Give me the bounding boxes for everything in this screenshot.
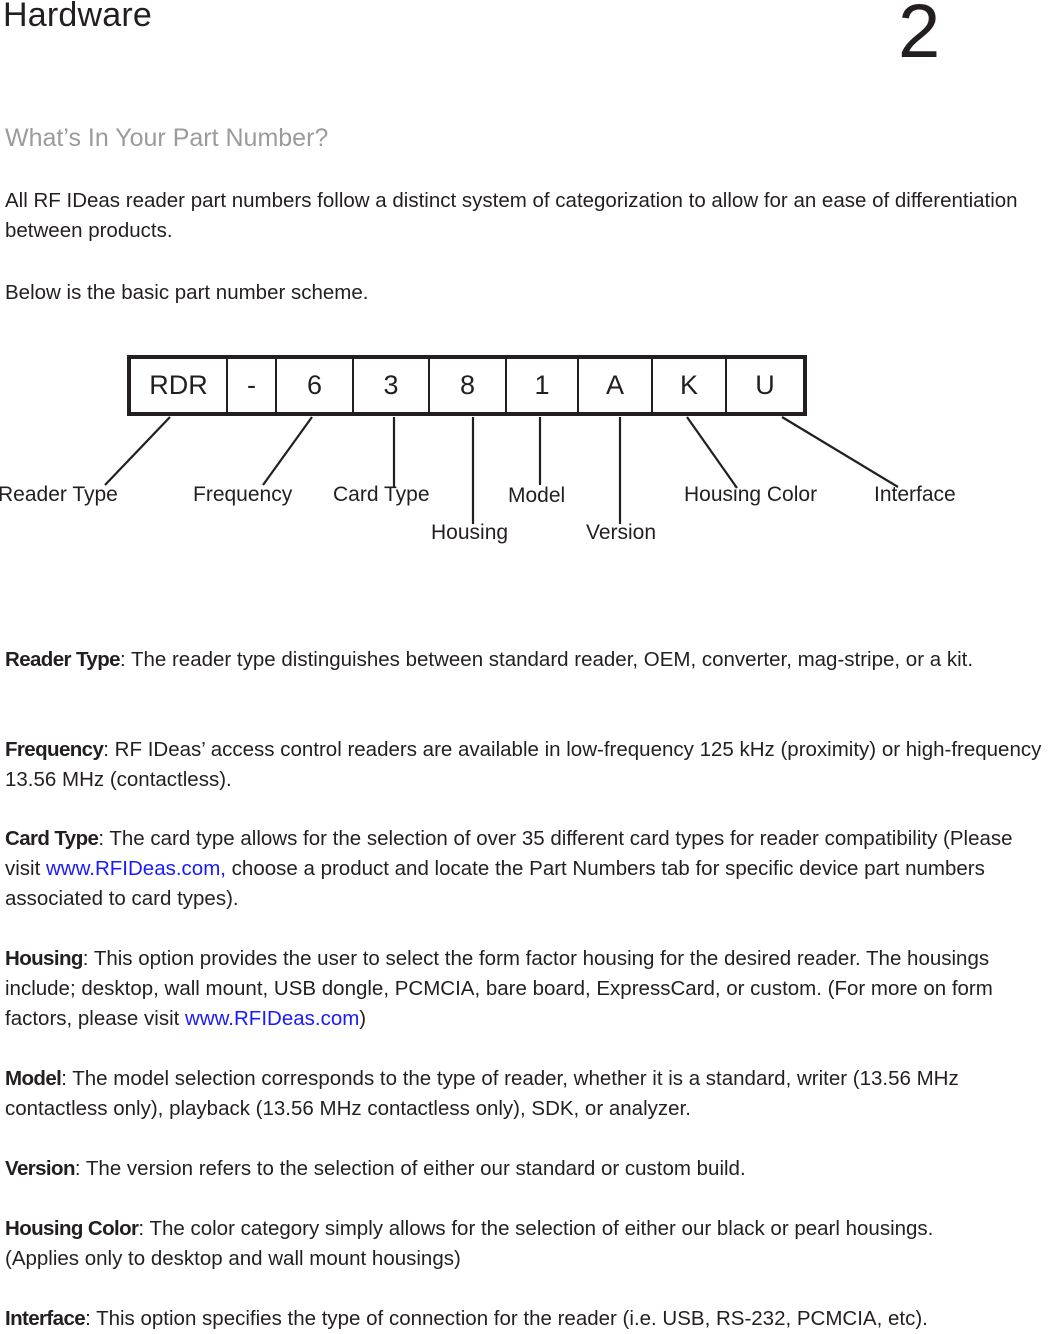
label-card-type: Card Type [333,483,430,506]
definition-text: : The reader type distinguishes between … [119,648,974,671]
label-housing: Housing [431,521,509,544]
definition-model: Model: The model selection corresponds t… [5,1064,995,1124]
definition-frequency: Frequency: RF IDeas’ access control read… [5,735,1048,795]
label-version: Version [586,521,657,544]
definition-term: Frequency [5,738,104,761]
label-model: Model [508,484,566,507]
rfideas-link[interactable]: www.RFIDeas.com, [46,857,226,880]
segment-card-type: 3 [354,359,430,412]
label-housing-color: Housing Color [684,483,818,506]
label-interface: Interface [874,483,956,506]
segment-reader-type: RDR [131,359,228,412]
connector-housing-color [686,416,738,489]
definition-text: : This option provides the user to selec… [5,947,993,1030]
definition-housing: Housing: This option provides the user t… [5,944,1048,1034]
definition-text: : This option specifies the type of conn… [85,1307,928,1330]
definition-term: Card Type [5,827,99,850]
segment-housing: 8 [430,359,507,412]
definition-term: Interface [5,1307,86,1330]
part-number-diagram: RDR - 6 3 8 1 A K U Reader Type Frequenc… [0,340,1048,570]
segment-housing-color: K [653,359,727,412]
definition-text: : The model selection corresponds to the… [5,1067,959,1120]
chapter-title: Hardware [3,0,152,34]
definition-term: Version [5,1157,75,1180]
rfideas-link[interactable]: www.RFIDeas.com [185,1007,359,1030]
segment-dash: - [228,359,277,412]
definition-text: ) [359,1007,367,1030]
segment-frequency: 6 [277,359,354,412]
definition-term: Model [5,1067,62,1090]
scheme-intro-paragraph: Below is the basic part number scheme. [5,281,369,304]
segment-model: 1 [507,359,579,412]
segment-version: A [579,359,653,412]
label-reader-type: Reader Type [0,483,118,506]
intro-paragraph: All RF IDeas reader part numbers follow … [5,189,1018,242]
definition-version: Version: The version refers to the selec… [5,1154,1048,1184]
connector-reader-type [104,416,171,486]
definition-interface: Interface: This option specifies the typ… [5,1304,1048,1334]
definition-reader-type: Reader Type: The reader type distinguish… [5,645,1048,675]
section-heading: What’s In Your Part Number? [5,124,329,152]
definition-housing-color: Housing Color: The color category simply… [5,1214,995,1274]
segment-interface: U [755,370,775,400]
definition-text: : The color category simply allows for t… [5,1217,934,1270]
chapter-number: 2 [898,0,941,74]
definition-term: Reader Type [5,648,121,671]
definition-term: Housing Color [5,1217,139,1240]
definition-text: : The version refers to the selection of… [74,1157,746,1180]
connector-interface [781,416,899,488]
label-frequency: Frequency [193,483,293,506]
definition-card-type: Card Type: The card type allows for the … [5,824,1048,914]
part-number-box: RDR - 6 3 8 1 A K U [127,355,807,416]
definition-term: Housing [5,947,83,970]
connector-frequency [262,416,313,486]
definition-text: : RF IDeas’ access control readers are a… [5,738,1042,791]
